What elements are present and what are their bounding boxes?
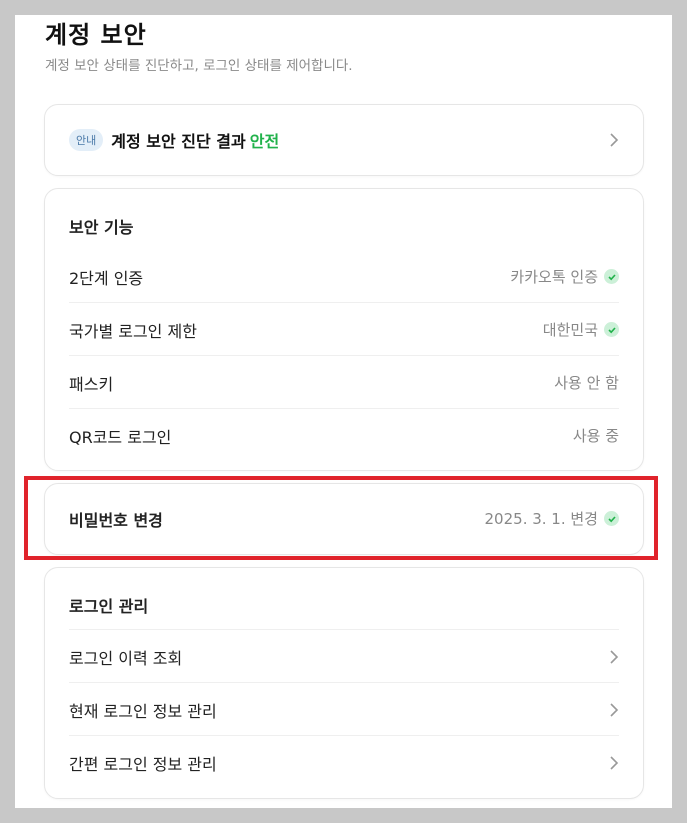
qr-login-label: QR코드 로그인 — [69, 427, 172, 447]
current-login-label: 현재 로그인 정보 관리 — [69, 701, 217, 721]
chevron-right-icon — [610, 132, 619, 147]
passkey-label: 패스키 — [69, 374, 114, 394]
country-restriction-label: 국가별 로그인 제한 — [69, 321, 197, 341]
two-factor-label: 2단계 인증 — [69, 268, 144, 288]
security-diagnosis-card[interactable]: 안내 계정 보안 진단 결과 안전 — [44, 104, 644, 176]
two-factor-row[interactable]: 2단계 인증 카카오톡 인증 — [69, 250, 619, 303]
check-icon — [604, 322, 619, 337]
diagnosis-status: 안전 — [249, 131, 280, 151]
two-factor-value: 카카오톡 인증 — [510, 268, 598, 286]
login-history-row[interactable]: 로그인 이력 조회 — [69, 629, 619, 683]
check-icon — [604, 269, 619, 284]
diagnosis-label: 계정 보안 진단 결과 — [111, 131, 246, 151]
login-management-title: 로그인 관리 — [69, 597, 149, 616]
notice-badge: 안내 — [69, 128, 104, 151]
security-features-title: 보안 기능 — [69, 218, 134, 237]
simple-login-row[interactable]: 간편 로그인 정보 관리 — [69, 735, 619, 789]
chevron-right-icon — [610, 649, 619, 664]
chevron-right-icon — [610, 702, 619, 717]
passkey-value: 사용 안 함 — [554, 374, 619, 392]
security-features-card: 보안 기능 2단계 인증 카카오톡 인증 국가별 로그인 제한 대한민국 패스키… — [44, 188, 644, 471]
login-management-card: 로그인 관리 로그인 이력 조회 현재 로그인 정보 관리 간편 로그인 정보 … — [44, 567, 644, 799]
simple-login-label: 간편 로그인 정보 관리 — [69, 754, 217, 774]
chevron-right-icon — [610, 755, 619, 770]
highlight-box — [24, 476, 658, 560]
page-subtitle: 계정 보안 상태를 진단하고, 로그인 상태를 제어합니다. — [45, 58, 353, 74]
qr-login-row[interactable]: QR코드 로그인 사용 중 — [69, 408, 619, 462]
page-title: 계정 보안 — [45, 21, 147, 49]
account-security-panel: 계정 보안 계정 보안 상태를 진단하고, 로그인 상태를 제어합니다. 안내 … — [15, 15, 672, 808]
login-history-label: 로그인 이력 조회 — [69, 648, 183, 668]
security-diagnosis-row[interactable]: 안내 계정 보안 진단 결과 안전 — [69, 113, 619, 166]
country-restriction-row[interactable]: 국가별 로그인 제한 대한민국 — [69, 302, 619, 356]
current-login-row[interactable]: 현재 로그인 정보 관리 — [69, 682, 619, 736]
qr-login-value: 사용 중 — [572, 427, 619, 445]
passkey-row[interactable]: 패스키 사용 안 함 — [69, 355, 619, 409]
country-restriction-value: 대한민국 — [542, 321, 598, 339]
